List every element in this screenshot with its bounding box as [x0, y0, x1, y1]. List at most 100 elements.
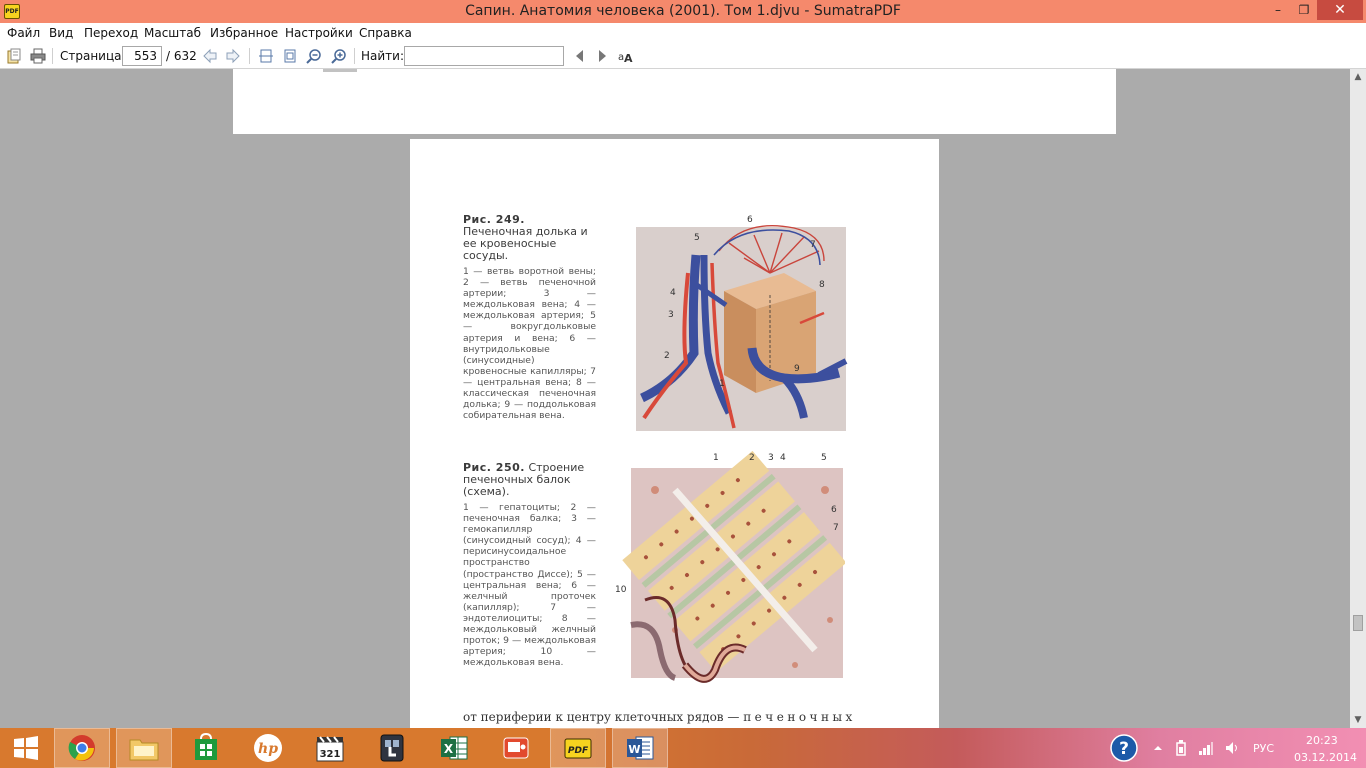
document-view[interactable]: Рис. 249. Печеночная долька и ее кровено…	[0, 69, 1350, 728]
page-body-text-start: от периферии к центру клеточных рядов —	[463, 710, 740, 724]
menu-go[interactable]: Переход	[84, 23, 138, 43]
svg-text:321: 321	[320, 749, 341, 760]
clock-time[interactable]: 20:23	[1306, 734, 1338, 747]
fig250-title: Рис. 250. Строение печеночных балок (схе…	[463, 462, 596, 498]
word-icon: W	[627, 736, 654, 760]
page-body-text: от периферии к центру клеточных рядов — …	[463, 710, 856, 724]
fig249-label: 4	[670, 288, 676, 298]
fig249-label: 3	[668, 310, 674, 320]
svg-text:X: X	[444, 742, 454, 756]
sumatrapdf-icon: PDF	[564, 738, 592, 759]
scrollbar-thumb[interactable]	[1353, 615, 1363, 631]
svg-text:?: ?	[1119, 739, 1129, 759]
windows-logo-icon	[14, 736, 38, 760]
taskbar-sumatrapdf[interactable]: PDF	[550, 728, 606, 768]
open-file-icon[interactable]	[6, 48, 22, 64]
zoom-out-icon[interactable]	[306, 48, 322, 64]
fig249-caption: Рис. 249. Печеночная долька и ее кровено…	[463, 214, 596, 422]
folder-icon	[129, 739, 159, 761]
print-icon[interactable]	[30, 48, 46, 64]
fig249-label: 7	[810, 240, 816, 250]
fig249-title-text: Печеночная долька и ее кровеносные сосуд…	[463, 225, 588, 262]
fig250-label: 3	[768, 453, 774, 463]
window-title: Сапин. Анатомия человека (2001). Том 1.d…	[465, 3, 901, 19]
find-input[interactable]	[404, 46, 564, 66]
fig249-label: 9	[794, 364, 800, 374]
fig250-legend: 1 — гепатоциты; 2 — печеночная балка; 3 …	[463, 502, 596, 669]
signal-icon[interactable]	[1198, 740, 1214, 756]
menu-zoom[interactable]: Масштаб	[144, 23, 201, 43]
excel-icon: X	[441, 736, 468, 760]
fig249-label: 5	[694, 233, 700, 243]
show-hidden-icons-icon[interactable]	[1153, 743, 1163, 753]
previous-page-icon[interactable]	[202, 48, 218, 64]
zoom-in-icon[interactable]	[331, 48, 347, 64]
power-icon[interactable]	[1175, 740, 1189, 756]
menu-bar: Файл Вид Переход Масштаб Избранное Настр…	[0, 23, 1366, 43]
fig250-label: 2	[749, 453, 755, 463]
find-previous-icon[interactable]	[572, 48, 588, 64]
svg-text:W: W	[628, 743, 640, 756]
chrome-icon	[68, 735, 95, 761]
fig250-illustration: 1 2 3 4 5 6 7 8 9 10	[615, 450, 845, 683]
fig250-caption: Рис. 250. Строение печеночных балок (схе…	[463, 462, 596, 669]
fig249-label: 8	[819, 280, 825, 290]
taskbar-chrome[interactable]	[54, 728, 110, 768]
fig250-label: 7	[833, 523, 839, 533]
taskbar-file-explorer[interactable]	[116, 728, 172, 768]
taskbar-excel[interactable]: X	[426, 728, 482, 768]
help-icon: ?	[1110, 734, 1138, 762]
menu-view[interactable]: Вид	[49, 23, 73, 43]
language-indicator[interactable]: РУС	[1253, 742, 1274, 755]
hp-logo-icon: hp	[254, 734, 282, 762]
menu-settings[interactable]: Настройки	[285, 23, 353, 43]
scroll-down-arrow-icon[interactable]: ▼	[1350, 712, 1366, 728]
minimize-button[interactable]: –	[1265, 0, 1291, 20]
taskbar-word[interactable]: W	[612, 728, 668, 768]
taskbar-media-player[interactable]	[488, 728, 544, 768]
page-number-input[interactable]	[122, 46, 162, 66]
taskbar-store[interactable]	[178, 728, 234, 768]
page-body-text-spaced: печеночных	[743, 710, 856, 724]
taskbar-tablet-app[interactable]	[364, 728, 420, 768]
start-button[interactable]	[0, 728, 52, 768]
previous-page	[233, 69, 1116, 134]
fig250-label: 10	[615, 585, 627, 595]
menu-favorites[interactable]: Избранное	[210, 23, 278, 43]
taskbar: hp 321 X PDF W ? РУС 20:23 03.12.2014	[0, 728, 1366, 768]
next-page-icon[interactable]	[225, 48, 241, 64]
find-label: Найти:	[361, 49, 405, 63]
fig249-title: Рис. 249. Печеночная долька и ее кровено…	[463, 214, 596, 262]
fig249-illustration: 6 5 7 4 8 3 2 1 9	[636, 215, 848, 431]
tray-help[interactable]: ?	[1100, 728, 1148, 768]
toolbar-separator	[249, 48, 250, 64]
menu-file[interactable]: Файл	[7, 23, 40, 43]
match-case-icon[interactable]: a A	[617, 48, 633, 64]
store-icon	[195, 733, 217, 760]
taskbar-media-321[interactable]: 321	[302, 728, 358, 768]
page-total: / 632	[166, 49, 197, 63]
toolbar-separator	[354, 48, 355, 64]
fit-width-icon[interactable]	[258, 48, 274, 64]
svg-text:hp: hp	[258, 741, 278, 757]
current-page: Рис. 249. Печеночная долька и ее кровено…	[410, 139, 939, 728]
menu-help[interactable]: Справка	[359, 23, 412, 43]
scroll-up-arrow-icon[interactable]: ▲	[1350, 69, 1366, 85]
svg-text:A: A	[624, 52, 633, 64]
fig249-label: 6	[747, 215, 753, 225]
fit-page-icon[interactable]	[282, 48, 298, 64]
maximize-button[interactable]: ❐	[1291, 0, 1317, 20]
close-button[interactable]: ✕	[1317, 0, 1363, 20]
fig250-label: 4	[780, 453, 786, 463]
vertical-scrollbar[interactable]: ▲ ▼	[1350, 69, 1366, 728]
toolbar: Страница: / 632 Найти: a A	[0, 43, 1366, 69]
title-bar: PDF Сапин. Анатомия человека (2001). Том…	[0, 0, 1366, 23]
fig249-legend: 1 — ветвь воротной вены; 2 — ветвь печен…	[463, 266, 596, 422]
fig249-label: 2	[664, 351, 670, 361]
taskbar-hp[interactable]: hp	[240, 728, 296, 768]
find-next-icon[interactable]	[594, 48, 610, 64]
fig250-label: 6	[831, 505, 837, 515]
volume-icon[interactable]	[1224, 740, 1240, 756]
clock-date[interactable]: 03.12.2014	[1294, 751, 1357, 764]
clapperboard-321-icon: 321	[316, 736, 344, 762]
